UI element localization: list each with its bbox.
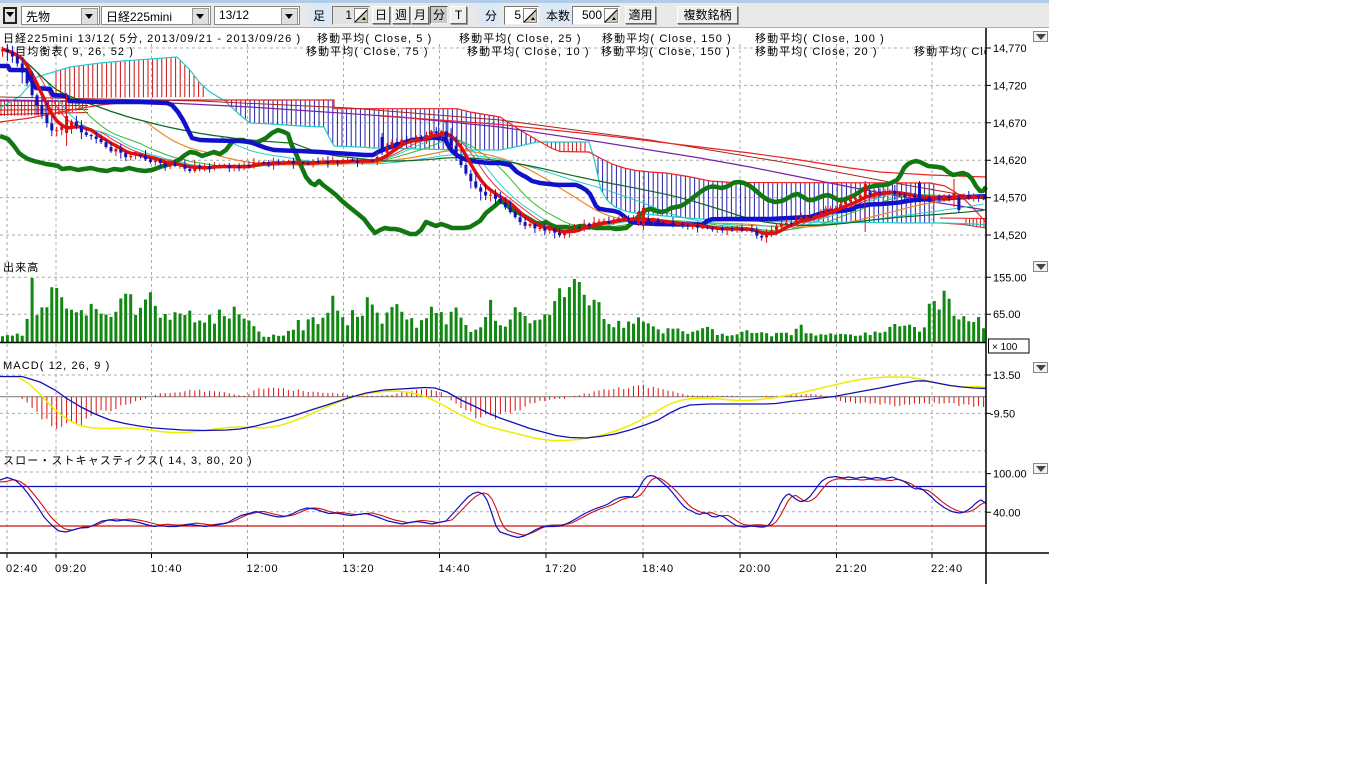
svg-text:09:20: 09:20	[55, 563, 87, 575]
svg-text:14:40: 14:40	[439, 563, 471, 575]
svg-text:100.00: 100.00	[993, 469, 1027, 481]
svg-text:14,670: 14,670	[993, 118, 1027, 130]
svg-text:移動平均( Close, 20 ): 移動平均( Close, 20 )	[755, 44, 878, 58]
svg-text:21:20: 21:20	[836, 563, 868, 575]
svg-text:日経225mini 13/12( 5分, 2013/09/2: 日経225mini 13/12( 5分, 2013/09/21 - 2013/0…	[3, 32, 301, 45]
svg-text:17:20: 17:20	[545, 563, 577, 575]
svg-text:14,620: 14,620	[993, 155, 1027, 167]
svg-text:13:20: 13:20	[343, 563, 375, 575]
svg-text:10:40: 10:40	[151, 563, 183, 575]
svg-text:移動平均( Close, 75 ): 移動平均( Close, 75 )	[306, 44, 429, 58]
svg-text:14,570: 14,570	[993, 193, 1027, 205]
svg-text:155.00: 155.00	[993, 272, 1027, 284]
svg-text:-9.50: -9.50	[990, 408, 1015, 420]
svg-text:18:40: 18:40	[642, 563, 674, 575]
svg-text:40.00: 40.00	[993, 507, 1021, 519]
svg-text:移動平均( Close, 100 ): 移動平均( Close, 100 )	[755, 31, 885, 45]
svg-text:移動平均( Close, 25 ): 移動平均( Close, 25 )	[459, 31, 582, 45]
svg-text:14,720: 14,720	[993, 80, 1027, 92]
svg-text:出来高: 出来高	[3, 260, 39, 274]
svg-text:14,770: 14,770	[993, 43, 1027, 55]
svg-text:14,520: 14,520	[993, 230, 1027, 242]
svg-text:移動平均( Close, 150 ): 移動平均( Close, 150 )	[601, 44, 731, 58]
svg-text:13.50: 13.50	[993, 370, 1021, 382]
svg-text:20:00: 20:00	[739, 563, 771, 575]
svg-text:一目均衡表( 9, 26, 52 ): 一目均衡表( 9, 26, 52 )	[3, 44, 134, 58]
svg-text:スロー・ストキャスティクス( 14, 3, 80, 20 ): スロー・ストキャスティクス( 14, 3, 80, 20 )	[3, 454, 253, 467]
svg-text:移動平均( Close, 5 ): 移動平均( Close, 5 )	[317, 31, 432, 45]
svg-text:65.00: 65.00	[993, 309, 1021, 321]
svg-text:12:00: 12:00	[247, 563, 279, 575]
svg-text:MACD( 12, 26, 9 ): MACD( 12, 26, 9 )	[3, 360, 110, 372]
svg-text:移動平均( Close, 10 ): 移動平均( Close, 10 )	[467, 44, 590, 58]
svg-text:移動平均( Close, 150 ): 移動平均( Close, 150 )	[602, 31, 732, 45]
svg-text:02:40: 02:40	[6, 563, 38, 575]
svg-text:× 100: × 100	[992, 342, 1018, 353]
svg-text:22:40: 22:40	[931, 563, 963, 575]
